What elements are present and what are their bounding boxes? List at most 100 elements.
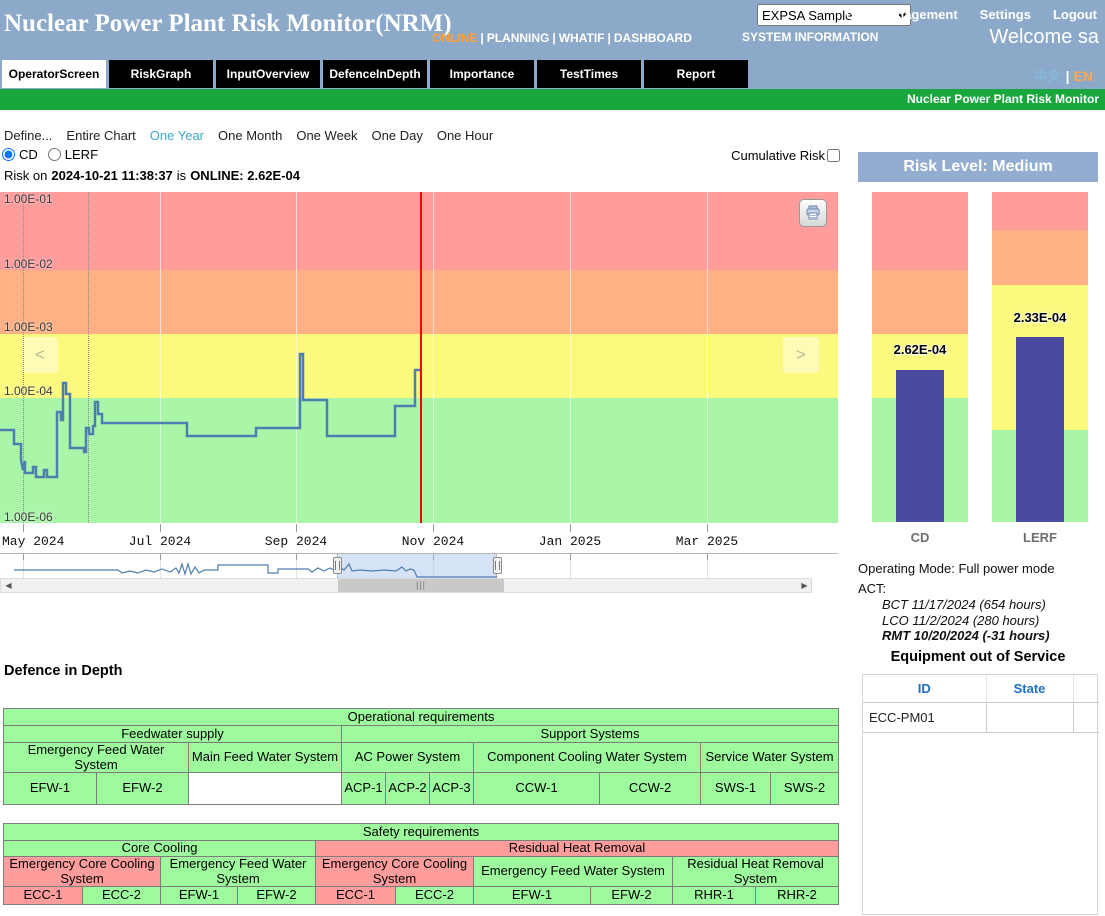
did-cell-ecc-2[interactable]: ECC-2 (396, 887, 474, 905)
lerf-radio-label[interactable]: LERF (65, 147, 98, 162)
equipment-col-filler (1073, 675, 1099, 703)
x-axis-label: Sep 2024 (265, 534, 327, 549)
gauge-band (992, 192, 1088, 230)
did-cell-rhr-1[interactable]: RHR-1 (673, 887, 756, 905)
equipment-table: IDState ECC-PM01 (863, 675, 1099, 733)
did-cell-ccw-2[interactable]: CCW-2 (600, 773, 701, 805)
risk-series-line (0, 192, 838, 523)
user-management-link[interactable]: User Management (846, 7, 958, 22)
x-axis-tick (433, 524, 434, 532)
operational-requirements-table: Operational requirementsFeedwater supply… (3, 708, 839, 805)
x-axis-tick (570, 524, 571, 532)
gauge-band (872, 270, 968, 334)
act-item: LCO 11/2/2024 (280 hours) (882, 613, 1102, 629)
did-cell-acp-1[interactable]: ACP-1 (342, 773, 386, 805)
did-cell-rhr-2[interactable]: RHR-2 (756, 887, 839, 905)
navigator-right-handle[interactable] (493, 557, 502, 574)
did-cell-sws-1[interactable]: SWS-1 (701, 773, 771, 805)
did-cell-emergency-feed-water-system: Emergency Feed Water System (4, 743, 189, 773)
risk-trend-chart[interactable]: < > 1.00E-011.00E-021.00E-031.00E-041.00… (0, 192, 838, 523)
x-axis-label: Jul 2024 (129, 534, 191, 549)
range-define[interactable]: Define... (4, 128, 52, 143)
x-axis-tick (707, 524, 708, 532)
did-cell-ccw-1[interactable]: CCW-1 (474, 773, 600, 805)
scrollbar-thumb[interactable]: ||| (338, 579, 504, 592)
lerf-gauge: 2.33E-04 (992, 192, 1088, 522)
system-information-link[interactable]: SYSTEM INFORMATION (742, 30, 878, 44)
act-item: BCT 11/17/2024 (654 hours) (882, 597, 1102, 613)
did-cell-efw-2[interactable]: EFW-2 (97, 773, 189, 805)
did-cell-safety-requirements: Safety requirements (4, 824, 839, 841)
chart-scrollbar[interactable]: ◀ ▶ ||| (0, 578, 812, 593)
did-cell-ecc-1[interactable]: ECC-1 (4, 887, 83, 905)
did-cell-efw-2[interactable]: EFW-2 (591, 887, 673, 905)
did-cell-feedwater-supply: Feedwater supply (4, 726, 342, 743)
operating-mode-text: Operating Mode: Full power mode (858, 561, 1102, 576)
range-entire-chart[interactable]: Entire Chart (66, 128, 135, 143)
chart-x-axis: May 2024Jul 2024Sep 2024Nov 2024Jan 2025… (0, 523, 838, 553)
did-cell-core-cooling: Core Cooling (4, 841, 316, 857)
did-cell-ac-power-system: AC Power System (342, 743, 474, 773)
cd-radio[interactable] (2, 148, 15, 161)
tab-testtimes[interactable]: TestTimes (537, 60, 641, 88)
range-one-hour[interactable]: One Hour (437, 128, 493, 143)
act-list: BCT 11/17/2024 (654 hours)LCO 11/2/2024 … (858, 597, 1102, 644)
tab-inputoverview[interactable]: InputOverview (216, 60, 320, 88)
cumulative-risk-control: Cumulative Risk (700, 148, 840, 163)
tab-riskgraph[interactable]: RiskGraph (109, 60, 213, 88)
chart-navigator[interactable] (0, 553, 838, 578)
gauge-bar-cd (896, 370, 944, 522)
range-one-year[interactable]: One Year (150, 128, 204, 143)
did-cell-ecc-2[interactable]: ECC-2 (83, 887, 161, 905)
cd-gauge: 2.62E-04 (872, 192, 968, 522)
lerf-gauge-label: LERF (992, 530, 1088, 545)
tab-operatorscreen[interactable]: OperatorScreen (2, 60, 106, 88)
did-cell-ecc-1[interactable]: ECC-1 (316, 887, 396, 905)
cumulative-risk-checkbox[interactable] (827, 149, 840, 162)
lang-zh-link[interactable]: 中文 (1034, 68, 1062, 84)
safety-requirements-table: Safety requirementsCore CoolingResidual … (3, 823, 839, 905)
range-one-day[interactable]: One Day (372, 128, 423, 143)
nav-planning[interactable]: PLANNING (487, 31, 550, 45)
mode-separator: | (608, 31, 611, 45)
x-axis-tick (160, 524, 161, 532)
did-row: Feedwater supplySupport Systems (4, 726, 839, 743)
settings-link[interactable]: Settings (980, 7, 1031, 22)
range-one-month[interactable]: One Month (218, 128, 282, 143)
metric-selector: CD LERF (2, 147, 108, 162)
did-cell-efw-1[interactable]: EFW-1 (4, 773, 97, 805)
equipment-cell: ECC-PM01 (863, 703, 986, 733)
x-axis-label: Mar 2025 (676, 534, 738, 549)
scrollbar-left-arrow-icon[interactable]: ◀ (2, 579, 15, 592)
did-cell-efw-1[interactable]: EFW-1 (161, 887, 238, 905)
did-cell-acp-2[interactable]: ACP-2 (386, 773, 430, 805)
logout-link[interactable]: Logout (1053, 7, 1097, 22)
did-cell-sws-2[interactable]: SWS-2 (771, 773, 839, 805)
range-one-week[interactable]: One Week (296, 128, 357, 143)
did-cell-efw-2[interactable]: EFW-2 (238, 887, 316, 905)
did-cell-residual-heat-removal-system: Residual Heat Removal System (673, 857, 839, 887)
risk-status-datetime: 2024-10-21 11:38:37 (51, 168, 172, 183)
did-row: Core CoolingResidual Heat Removal (4, 841, 839, 857)
did-cell-acp-3[interactable]: ACP-3 (430, 773, 474, 805)
tab-importance[interactable]: Importance (430, 60, 534, 88)
equipment-row[interactable]: ECC-PM01 (863, 703, 1099, 733)
tab-bar: OperatorScreenRiskGraphInputOverviewDefe… (2, 60, 748, 88)
nav-online[interactable]: ONLINE (432, 31, 477, 45)
did-row: Emergency Feed Water SystemMain Feed Wat… (4, 743, 839, 773)
did-cell-residual-heat-removal: Residual Heat Removal (316, 841, 839, 857)
lerf-radio[interactable] (48, 148, 61, 161)
x-axis-tick (23, 524, 24, 532)
risk-status-infix: is (177, 168, 186, 183)
tab-defenceindepth[interactable]: DefenceInDepth (323, 60, 427, 88)
equipment-cell (986, 703, 1073, 733)
act-label: ACT: (858, 581, 1102, 596)
lang-en-link[interactable]: EN (1074, 68, 1093, 84)
cd-radio-label[interactable]: CD (19, 147, 38, 162)
nav-whatif[interactable]: WHATIF (559, 31, 605, 45)
nav-dashboard[interactable]: DASHBOARD (614, 31, 692, 45)
did-cell-efw-1[interactable]: EFW-1 (474, 887, 591, 905)
tab-report[interactable]: Report (644, 60, 748, 88)
navigator-left-handle[interactable] (333, 557, 342, 574)
scrollbar-right-arrow-icon[interactable]: ▶ (798, 579, 811, 592)
